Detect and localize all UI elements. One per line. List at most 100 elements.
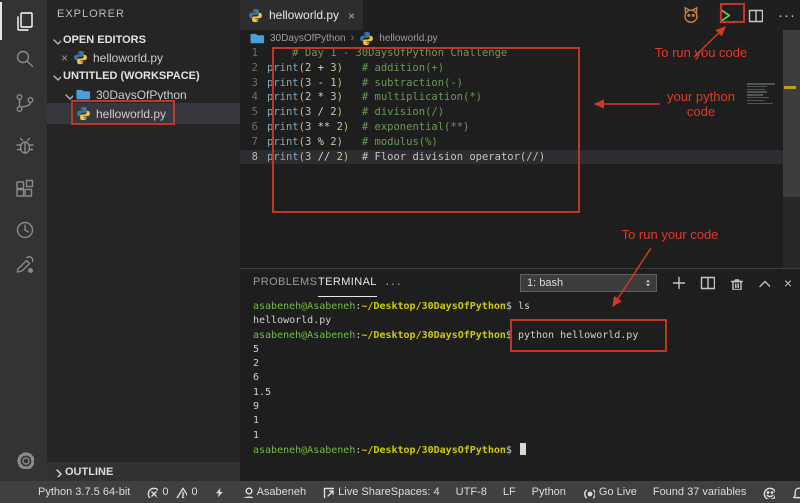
terminal-output[interactable]: asabeneh@Asabeneh:~/Desktop/30DaysOfPyth… <box>253 300 638 458</box>
status-lf[interactable]: LF <box>503 486 516 498</box>
status-1[interactable]: 1 <box>791 486 800 499</box>
close-panel-icon[interactable]: × <box>784 275 792 291</box>
extensions-icon[interactable] <box>0 170 47 208</box>
scrollbar-thumb[interactable] <box>783 30 800 197</box>
status-python-3-7-5-64-bit[interactable]: Python 3.7.5 64-bit <box>38 486 130 498</box>
terminal-prompt-line: asabeneh@Asabeneh:~/Desktop/30DaysOfPyth… <box>253 329 638 343</box>
workspace-header[interactable]: UNTITLED (WORKSPACE) <box>47 66 240 85</box>
terminal-output-line: 1 <box>253 414 638 428</box>
warning-icon <box>175 486 187 498</box>
indent-guide <box>292 48 293 59</box>
split-terminal-icon[interactable] <box>700 275 715 290</box>
code-text: print(2 + 3) # addition(+) <box>267 61 444 76</box>
code-line-6[interactable]: 6print(3 ** 2) # exponential(**) <box>240 120 783 135</box>
live-share-icon <box>322 486 334 498</box>
smiley-icon <box>762 486 775 499</box>
select-arrows-icon <box>640 277 656 289</box>
code-line-1[interactable]: 1 # Day 1 - 30DaysOfPython Challenge <box>240 46 783 61</box>
code-line-5[interactable]: 5print(3 / 2) # division(/) <box>240 105 783 120</box>
code-text: print(3 - 1) # subtraction(-) <box>267 76 463 91</box>
time-icon[interactable] <box>0 210 47 248</box>
run-button[interactable] <box>716 7 733 24</box>
line-number: 4 <box>240 90 267 105</box>
editor-group: helloworld.py × ··· 30DaysOfPython › hel… <box>240 0 800 481</box>
status-live-share[interactable]: Live Share <box>322 486 391 498</box>
tree-file-helloworld[interactable]: helloworld.py <box>47 103 240 124</box>
debug-icon[interactable] <box>0 126 47 164</box>
folder-icon <box>250 31 265 46</box>
status-lightning-icon[interactable] <box>214 486 225 499</box>
line-number: 8 <box>240 150 267 165</box>
status-asabeneh[interactable]: Asabeneh <box>241 486 307 498</box>
line-number: 3 <box>240 76 267 91</box>
tab-terminal[interactable]: TERMINAL <box>318 269 377 297</box>
terminal-prompt-line[interactable]: asabeneh@Asabeneh:~/Desktop/30DaysOfPyth… <box>253 443 638 458</box>
kill-terminal-icon[interactable] <box>729 276 743 290</box>
status-0[interactable]: 0 <box>146 486 168 498</box>
status-utf-8[interactable]: UTF-8 <box>456 486 487 498</box>
broadcast-icon <box>582 486 595 499</box>
python-icon <box>248 8 263 23</box>
code-text: print(3 / 2) # division(/) <box>267 105 444 120</box>
code-text: print(3 // 2) # Floor division operator(… <box>267 150 545 165</box>
status-python[interactable]: Python <box>532 486 566 498</box>
code-text: print(3 ** 2) # exponential(**) <box>267 120 469 135</box>
files-icon[interactable] <box>0 2 47 40</box>
code-line-7[interactable]: 7print(3 % 2) # modulus(%) <box>240 135 783 150</box>
tree-folder-30daysofpython[interactable]: 30DaysOfPython <box>47 85 240 104</box>
code-line-2[interactable]: 2print(2 + 3) # addition(+) <box>240 61 783 76</box>
outline-header[interactable]: OUTLINE <box>47 462 240 481</box>
tab-helloworld[interactable]: helloworld.py × <box>240 0 363 30</box>
line-number: 7 <box>240 135 267 150</box>
activity-bar <box>0 0 47 481</box>
code-editor[interactable]: 1 # Day 1 - 30DaysOfPython Challenge2pri… <box>240 46 800 268</box>
open-editors-header[interactable]: OPEN EDITORS <box>47 30 240 49</box>
breadcrumb-folder[interactable]: 30DaysOfPython <box>270 33 346 44</box>
terminal-shell-select[interactable]: 1: bash <box>520 274 657 292</box>
explorer-sidebar: EXPLORER OPEN EDITORS × helloworld.py UN… <box>47 0 240 481</box>
python-icon <box>72 50 89 65</box>
breadcrumb-file[interactable]: helloworld.py <box>379 33 437 44</box>
terminal-output-line: 1 <box>253 429 638 443</box>
more-tabs-icon[interactable]: ··· <box>385 269 402 296</box>
close-tab-icon[interactable]: × <box>348 8 355 23</box>
terminal-output-line: helloworld.py <box>253 314 638 328</box>
status-0[interactable]: 0 <box>175 486 197 498</box>
live-share-activity-icon[interactable] <box>0 245 47 283</box>
open-editor-item[interactable]: × helloworld.py <box>47 48 240 67</box>
minimap <box>747 83 780 105</box>
terminal-output-line: 1.5 <box>253 386 638 400</box>
gear-icon[interactable] <box>0 440 47 478</box>
tab-bar: helloworld.py × ··· <box>240 0 800 30</box>
more-actions-icon[interactable]: ··· <box>778 7 796 24</box>
status-smiley-icon[interactable] <box>762 486 775 499</box>
status-go-live[interactable]: Go Live <box>582 486 637 499</box>
editor-actions: ··· <box>681 0 796 30</box>
bell-icon <box>791 486 800 499</box>
minimap-marker <box>784 86 796 89</box>
terminal-command: ls <box>518 301 530 312</box>
code-line-8[interactable]: 8print(3 // 2) # Floor division operator… <box>240 150 783 165</box>
split-editor-icon[interactable] <box>748 8 763 23</box>
terminal-cursor <box>520 443 526 455</box>
new-terminal-icon[interactable] <box>671 275 686 290</box>
terminal-output-line: 5 <box>253 343 638 357</box>
search-icon[interactable] <box>0 39 47 77</box>
status-found-37-variables[interactable]: Found 37 variables <box>653 486 747 498</box>
line-number: 5 <box>240 105 267 120</box>
terminal-command: python helloworld.py <box>518 330 638 341</box>
chevron-down-icon <box>47 34 63 45</box>
code-line-4[interactable]: 4print(2 * 3) # multiplication(*) <box>240 90 783 105</box>
terminal-panel: PROBLEMS TERMINAL ··· 1: bash × asabeneh… <box>240 268 800 481</box>
close-icon[interactable]: × <box>57 51 72 65</box>
status-bar: Python 3.7.5 64-bit00AsabenehLive Share … <box>0 481 800 503</box>
source-control-icon[interactable] <box>0 83 47 121</box>
line-number: 1 <box>240 46 267 61</box>
python-icon <box>359 31 374 46</box>
code-line-3[interactable]: 3print(3 - 1) # subtraction(-) <box>240 76 783 91</box>
tab-problems[interactable]: PROBLEMS <box>253 269 317 296</box>
lightning-icon <box>214 486 225 499</box>
maximize-panel-icon[interactable] <box>757 276 770 289</box>
status-spaces-4[interactable]: Spaces: 4 <box>391 486 440 498</box>
cat-icon[interactable] <box>681 5 701 25</box>
